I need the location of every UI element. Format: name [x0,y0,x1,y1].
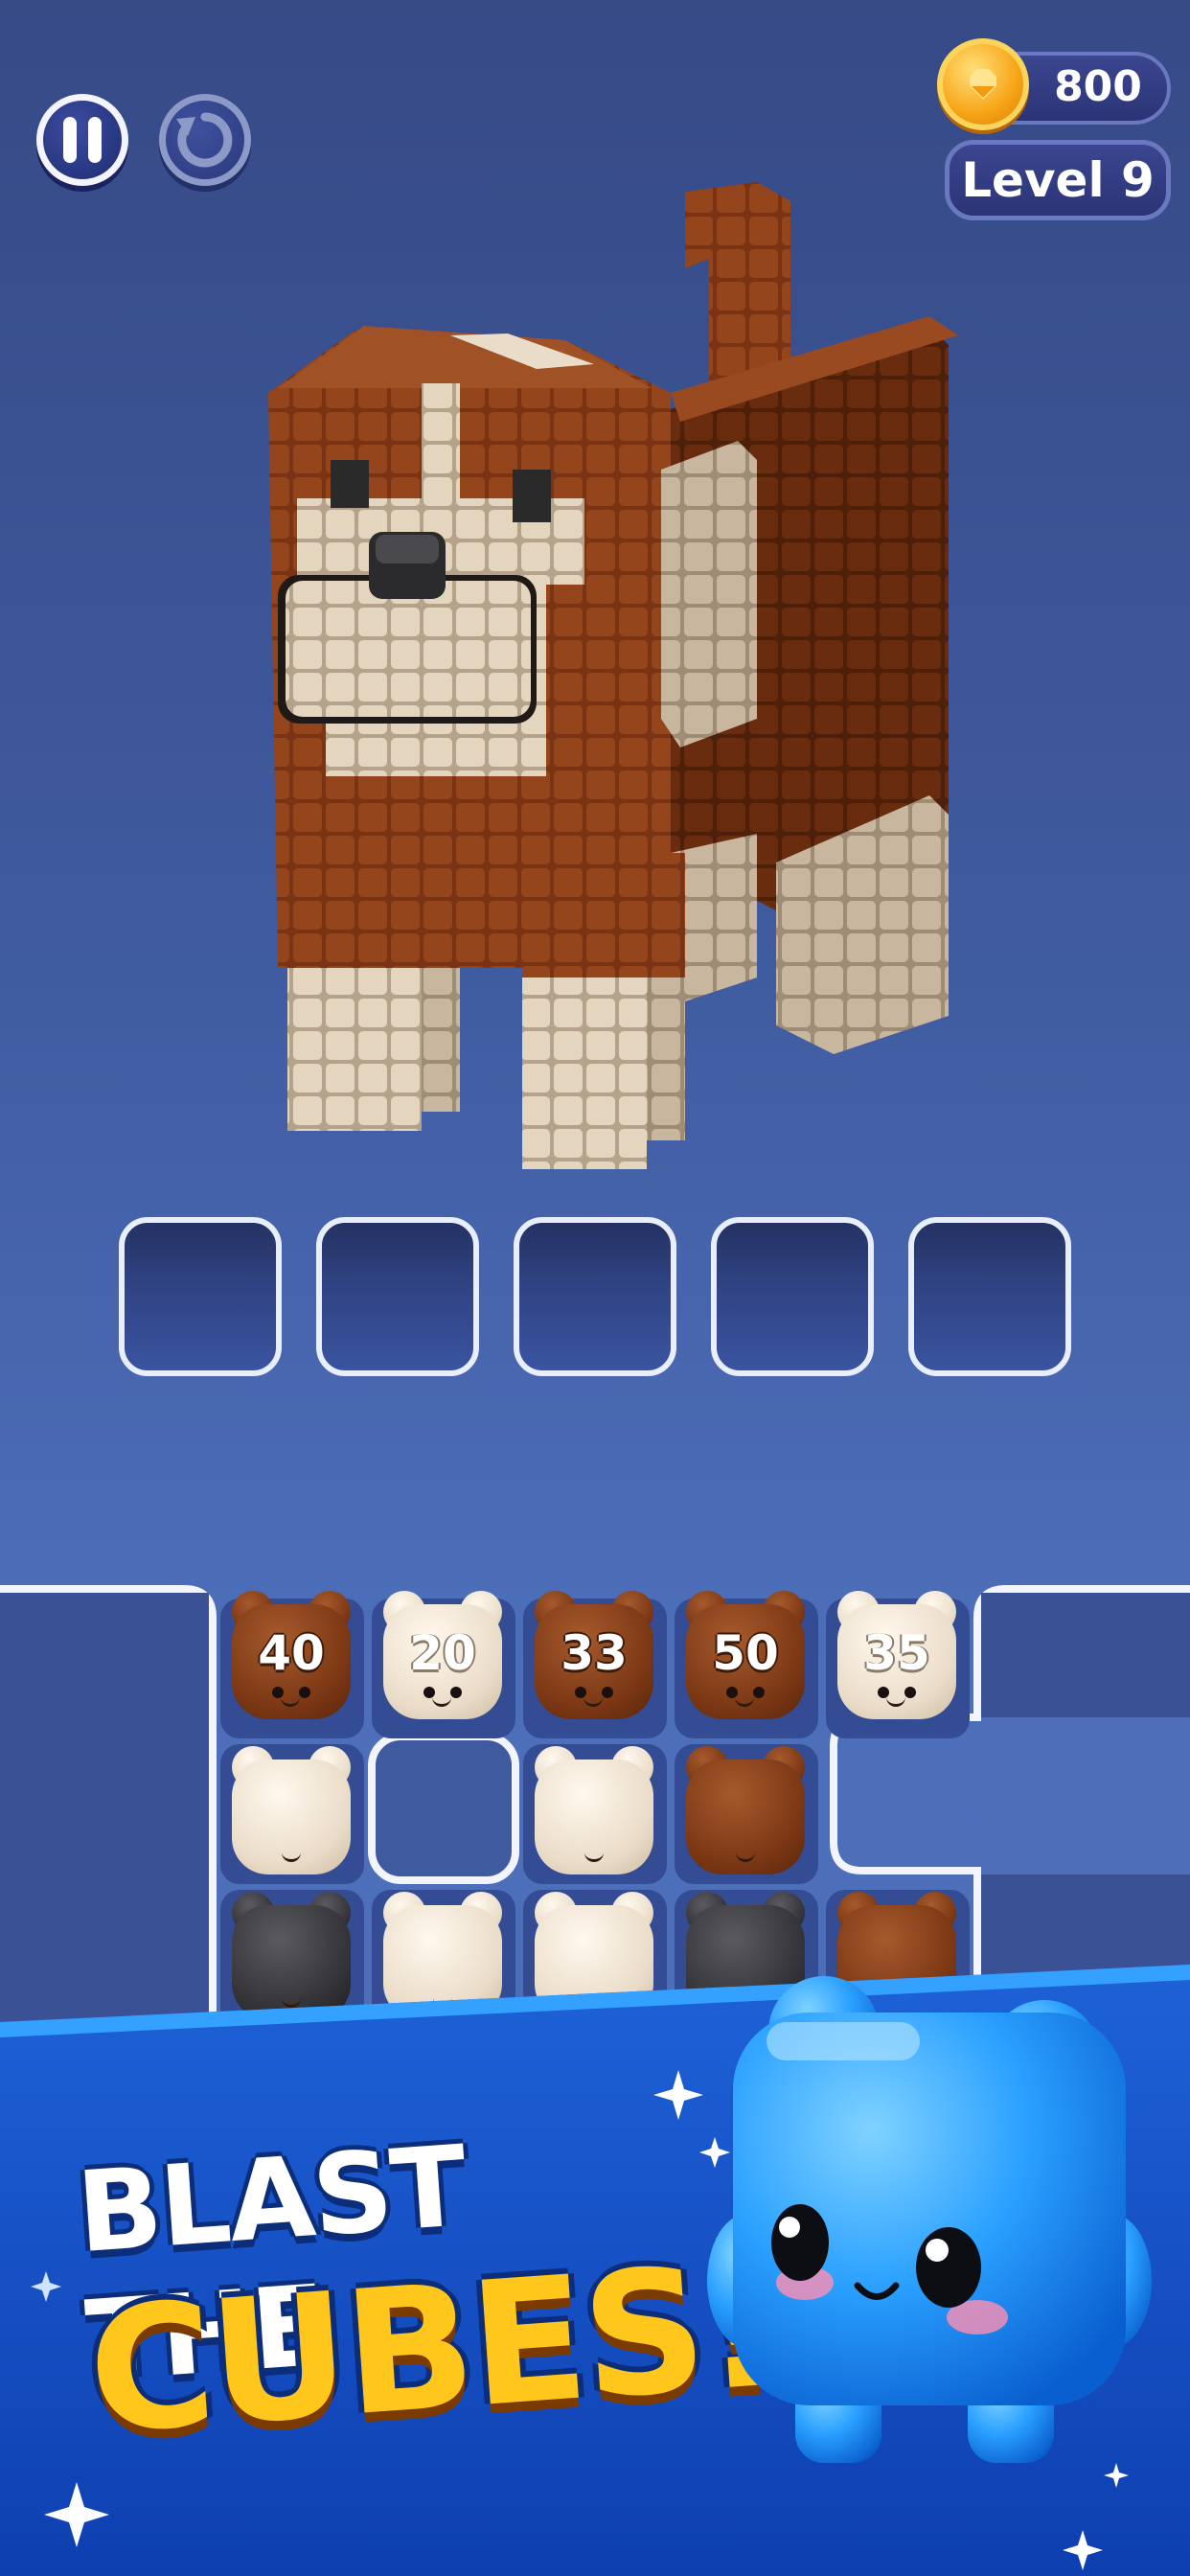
brown-bear-block[interactable]: 50 [676,1591,814,1735]
block-count: 33 [561,1625,628,1681]
blue-cube-bear-mascot [707,1976,1152,2463]
brown-bear-block[interactable]: 33 [525,1591,663,1735]
brown-bear-block[interactable]: 40 [222,1591,360,1735]
coin-count: 800 [1054,62,1142,111]
empty-slot [316,1217,479,1376]
restart-button[interactable] [159,94,251,186]
promo-banner: BLAST THE CUBES! [0,1965,1190,2576]
cream-bear-block[interactable] [525,1746,663,1890]
cream-bear-block[interactable] [222,1746,360,1890]
brown-bear-block[interactable] [676,1746,814,1890]
pause-button[interactable] [36,94,128,186]
restart-icon [176,112,233,168]
block-count: 20 [409,1625,476,1681]
empty-slot [711,1217,874,1376]
empty-slot [514,1217,676,1376]
cream-bear-block[interactable]: 35 [828,1591,966,1735]
block-count: 35 [863,1625,930,1681]
empty-slot [908,1217,1071,1376]
coin-icon [937,38,1029,130]
pause-icon [63,117,102,163]
empty-slot [119,1217,282,1376]
blocks-board: 40 20 33 50 35 [0,1583,1190,2030]
block-count: 40 [258,1625,325,1681]
level-indicator: Level 9 [945,140,1171,220]
cream-bear-block[interactable]: 20 [374,1591,512,1735]
voxel-dog-model [268,182,958,1169]
block-count: 50 [712,1625,779,1681]
